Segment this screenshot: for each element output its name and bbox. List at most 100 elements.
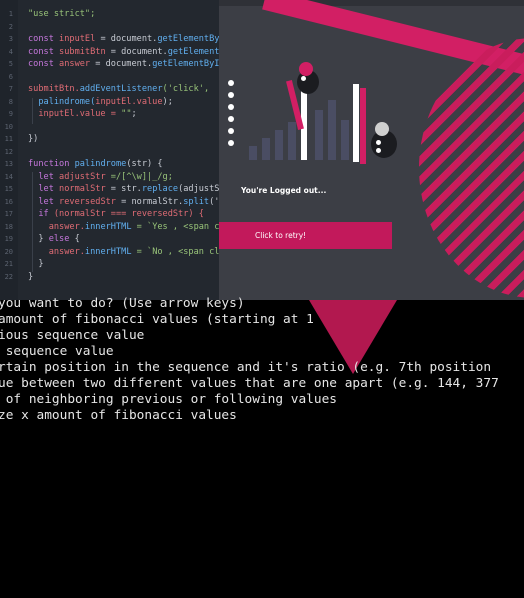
line-number: 20 xyxy=(4,247,13,256)
terminal-menu-option[interactable]: sequence value xyxy=(0,344,114,360)
code-line-22: 22} xyxy=(0,271,220,284)
striped-circle-decoration xyxy=(419,38,524,298)
code-line-10: 10 xyxy=(0,121,220,134)
character-eye xyxy=(301,76,306,81)
line-number: 4 xyxy=(8,47,13,56)
logged-out-overlay: You're Logged out... Click to retry! xyxy=(219,0,524,300)
code-variable: inputEl xyxy=(59,34,96,44)
code-line-3: 3 const inputEl = document.getElementById xyxy=(0,33,220,46)
code-keyword: const xyxy=(28,46,60,57)
code-line-19: 19 } else { xyxy=(0,233,220,246)
chart-bar-decoration xyxy=(315,110,323,160)
line-number: 22 xyxy=(4,272,13,281)
code-text: = document. xyxy=(95,34,158,44)
line-number: 14 xyxy=(4,172,13,181)
code-line-21: 21 } xyxy=(0,258,220,271)
line-number: 21 xyxy=(4,260,13,268)
code-function: getElementById xyxy=(157,34,220,44)
line-number: 1 xyxy=(8,10,13,18)
code-variable: answer. xyxy=(28,221,85,232)
code-text: = document. xyxy=(105,46,168,57)
terminal-prompt-line: you want to do? (Use arrow keys) xyxy=(0,296,245,311)
code-text: } xyxy=(28,271,34,282)
line-number: 18 xyxy=(4,222,13,231)
terminal-menu-option[interactable]: ze x amount of fibonacci values xyxy=(0,408,237,424)
code-line-4: 4 const submitBtn = document.getElementB xyxy=(0,46,220,59)
code-keyword: let xyxy=(28,196,60,207)
code-keyword: const xyxy=(28,59,60,69)
code-function: innerHTML xyxy=(84,246,132,257)
code-variable: inputEl.value xyxy=(95,96,163,107)
code-function: replace xyxy=(141,184,179,194)
bullet-dot xyxy=(228,128,234,134)
code-text: (adjustSt xyxy=(178,184,220,194)
code-function: innerHTML xyxy=(84,221,132,232)
chart-bar-decoration xyxy=(249,146,257,160)
code-line-9: 9 inputEl.value = ""; xyxy=(0,108,220,121)
bullet-dot xyxy=(228,92,234,98)
line-number: 5 xyxy=(8,60,13,68)
code-line-7: 7 submitBtn.addEventListener('click', xyxy=(0,83,220,96)
line-number: 9 xyxy=(8,110,13,118)
line-number: 7 xyxy=(8,85,13,93)
code-text: }) xyxy=(28,134,39,144)
line-number: 3 xyxy=(8,35,13,43)
code-string: =/[^\w]|_/g; xyxy=(105,171,173,182)
code-line-2: 2 xyxy=(0,21,220,34)
code-line-6: 6 xyxy=(0,71,220,84)
terminal-menu-option[interactable]: of neighboring previous or following val… xyxy=(0,392,337,408)
chart-bar-decoration xyxy=(275,130,283,160)
line-number: 16 xyxy=(4,197,13,206)
code-variable: submitBtn xyxy=(59,46,106,57)
character-left-head xyxy=(299,62,313,76)
code-text: "use strict"; xyxy=(28,9,96,19)
code-text: { xyxy=(69,234,80,244)
code-string: = `No , <span cla xyxy=(131,246,220,257)
code-line-14: 14 let adjustStr =/[^\w]|_/g; xyxy=(0,171,220,184)
code-line-17: 17 if (normalStr === reversedStr) { xyxy=(0,208,220,221)
terminal-menu-option[interactable]: rtain position in the sequence and it's … xyxy=(0,360,491,376)
code-function: palindrome xyxy=(74,159,127,169)
code-function: palindrome( xyxy=(28,96,96,107)
code-variable: (normalStr === reversedStr) { xyxy=(53,209,204,219)
chart-bar-decoration xyxy=(341,120,349,160)
code-variable: adjustStr xyxy=(59,171,106,182)
terminal-menu-option[interactable]: ue between two different values that are… xyxy=(0,376,499,392)
line-number: 6 xyxy=(8,72,13,81)
code-text: = document. xyxy=(90,59,153,69)
chart-bar-decoration xyxy=(328,100,336,160)
code-keyword: function xyxy=(28,159,75,169)
retry-button[interactable]: Click to retry! xyxy=(219,222,392,249)
chart-bar-decoration xyxy=(262,138,270,160)
code-text: } xyxy=(28,234,49,244)
code-variable: answer. xyxy=(28,246,85,257)
bullet-dot xyxy=(228,116,234,122)
code-keyword: const xyxy=(28,34,60,44)
code-variable: answer xyxy=(59,59,91,69)
code-string: "" xyxy=(121,109,132,119)
line-number: 11 xyxy=(4,135,13,143)
line-number: 10 xyxy=(4,122,13,131)
code-function: getElementB xyxy=(167,46,220,57)
line-number: 13 xyxy=(4,160,13,168)
code-text: = str. xyxy=(105,184,142,194)
code-line-5: 5 const answer = document.getElementById xyxy=(0,58,220,71)
pink-pillar xyxy=(360,88,366,164)
bullet-dot xyxy=(228,80,234,86)
code-function: getElementById xyxy=(152,59,220,69)
code-line-1: 1 "use strict"; xyxy=(0,8,220,21)
terminal-menu-option[interactable]: ious sequence value xyxy=(0,328,144,344)
logged-out-message: You're Logged out... xyxy=(241,186,327,195)
terminal-menu-option[interactable]: amount of fibonacci values (starting at … xyxy=(0,312,314,328)
white-pillar xyxy=(353,84,359,162)
line-number: 2 xyxy=(8,22,13,31)
code-variable: reversedStr xyxy=(59,196,116,207)
character-right-head xyxy=(375,122,389,136)
code-function: addEventListener xyxy=(79,84,163,94)
code-keyword: let xyxy=(28,171,60,182)
code-editor[interactable]: 1 "use strict"; 2 3 const inputEl = docume… xyxy=(0,0,220,300)
bullet-dot xyxy=(228,104,234,110)
code-string: ('click', xyxy=(162,84,215,94)
code-line-13: 13 function palindrome(str) { xyxy=(0,158,220,171)
code-variable: normalStr xyxy=(59,184,106,194)
